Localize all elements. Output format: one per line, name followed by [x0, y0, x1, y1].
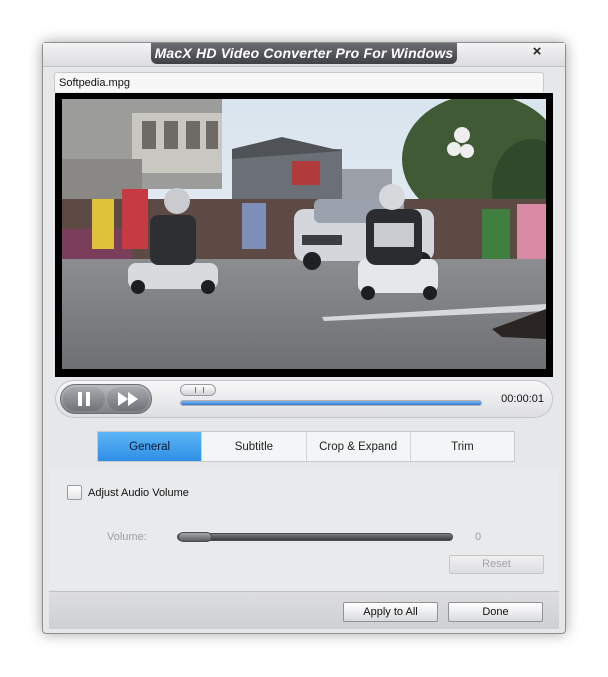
apply-to-all-button[interactable]: Apply to All [343, 602, 438, 622]
title-bar[interactable]: MacX HD Video Converter Pro For Windows … [43, 43, 565, 67]
adjust-audio-label: Adjust Audio Volume [88, 486, 189, 499]
pause-icon [78, 392, 90, 406]
adjust-audio-row: Adjust Audio Volume [67, 485, 189, 500]
volume-knob[interactable] [178, 532, 212, 542]
converter-window: MacX HD Video Converter Pro For Windows … [42, 42, 566, 634]
tab-general[interactable]: General [98, 432, 203, 461]
done-button[interactable]: Done [448, 602, 543, 622]
pause-button[interactable] [63, 387, 105, 411]
volume-label: Volume: [107, 531, 147, 543]
fast-forward-icon [118, 392, 138, 406]
time-display: 00:00:01 [501, 393, 544, 405]
volume-slider[interactable] [177, 532, 453, 542]
video-preview [55, 93, 553, 377]
seek-thumb[interactable] [180, 384, 216, 396]
fast-forward-button[interactable] [107, 387, 149, 411]
volume-value: 0 [475, 531, 482, 543]
tab-trim[interactable]: Trim [411, 432, 514, 461]
settings-tabs: General Subtitle Crop & Expand Trim [97, 431, 515, 462]
tab-crop-expand[interactable]: Crop & Expand [307, 432, 411, 461]
playback-buttons [60, 384, 152, 414]
window-title: MacX HD Video Converter Pro For Windows [151, 43, 457, 64]
reset-button[interactable]: Reset [449, 555, 544, 574]
close-button[interactable]: × [529, 43, 545, 61]
general-panel: Adjust Audio Volume Volume: 0 Reset [49, 467, 559, 589]
seek-progress [181, 401, 481, 405]
adjust-audio-checkbox[interactable] [67, 485, 82, 500]
player-controls: 00:00:01 [55, 380, 553, 418]
file-tab[interactable]: Softpedia.mpg [54, 72, 544, 92]
video-frame-image [62, 99, 546, 369]
seek-track[interactable] [180, 400, 482, 406]
tab-subtitle[interactable]: Subtitle [202, 432, 307, 461]
dialog-footer: Apply to All Done [49, 591, 559, 629]
